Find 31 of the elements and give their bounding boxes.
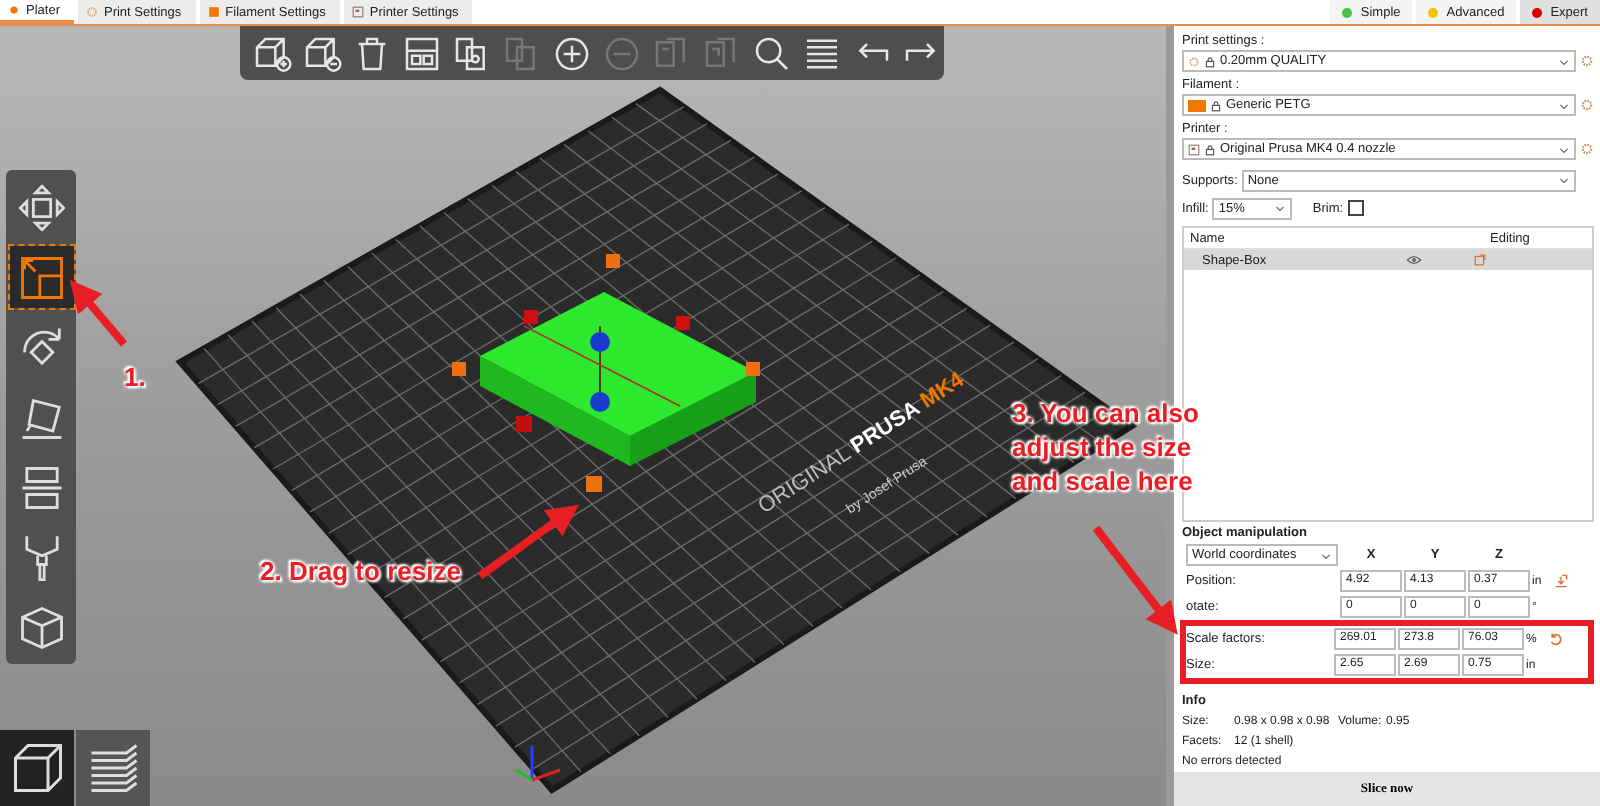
caret-icon: [1274, 202, 1287, 214]
reset-icon[interactable]: [1548, 632, 1562, 646]
lock-icon: [1210, 99, 1222, 111]
scale-icon[interactable]: [9, 246, 73, 308]
layers-stack-icon[interactable]: [76, 730, 150, 806]
annotation-arrow: [69, 279, 128, 347]
brim-checkbox[interactable]: [1347, 200, 1364, 216]
caret-icon: [1320, 549, 1332, 561]
caret-icon: [1558, 143, 1570, 155]
annotation-text: 1.: [124, 360, 146, 394]
gear-icon[interactable]: [1580, 54, 1594, 68]
gear-icon: [85, 6, 98, 18]
annotation-text: 2. Drag to resize: [260, 554, 461, 588]
gear-icon: [1188, 55, 1200, 67]
gear-icon[interactable]: [1580, 142, 1594, 156]
model-drawing[interactable]: [452, 254, 760, 492]
caret-icon: [1558, 99, 1570, 111]
plater-icon: [8, 4, 20, 16]
printer-icon: [351, 6, 364, 18]
caret-icon: [1558, 174, 1570, 186]
color-swatch-icon: [207, 6, 220, 18]
printer-icon: [1188, 143, 1200, 155]
drop-to-bed-icon[interactable]: [1554, 574, 1568, 588]
lock-icon: [1204, 143, 1216, 155]
caret-icon: [1558, 55, 1570, 67]
eye-icon[interactable]: [1406, 254, 1422, 266]
axes-icon: [515, 746, 561, 782]
lock-icon: [1204, 55, 1216, 67]
gear-icon[interactable]: [1580, 98, 1594, 112]
annotation-arrow: [477, 504, 579, 580]
cube-icon[interactable]: [0, 730, 74, 806]
